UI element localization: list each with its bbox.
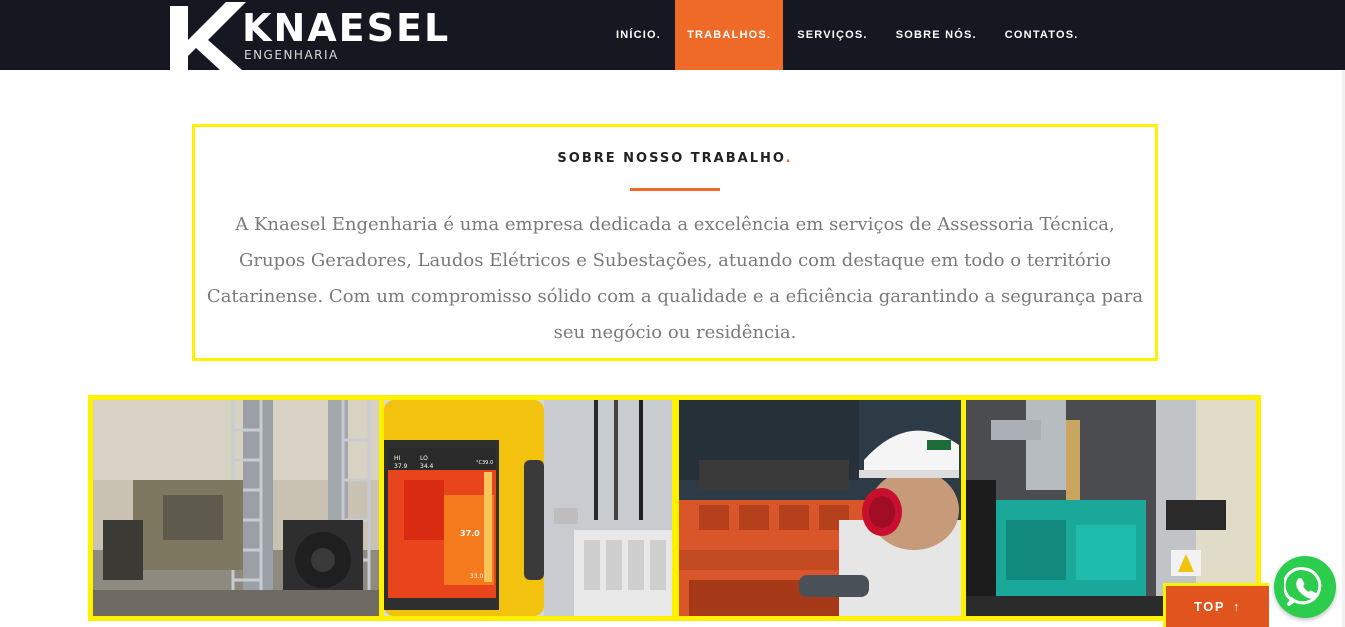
nav-trabalhos[interactable]: TRABALHOS. [675,0,784,70]
nav-inicio[interactable]: INÍCIO. [602,0,675,70]
about-title: SOBRE NOSSO TRABALHO. [195,151,1155,166]
about-title-dot: . [785,151,793,166]
about-section: SOBRE NOSSO TRABALHO. A Knaesel Engenhar… [192,124,1158,361]
photo-thermal-camera[interactable]: HI LO 37.9 34.4 37.0 °C 39.0 33.0 [379,395,677,621]
k-logo-mark-icon [170,2,246,70]
nav-servicos[interactable]: SERVIÇOS. [783,0,882,70]
photo-generator-room[interactable] [88,395,384,621]
logo-text: KNAESEL [242,6,451,50]
top-button-label: TOP [1194,599,1225,614]
main-nav: INÍCIO. TRABALHOS. SERVIÇOS. SOBRE NÓS. … [602,0,1093,70]
logo-subtitle: ENGENHARIA [244,48,339,62]
photo-technician-engine[interactable] [674,395,966,621]
whatsapp-button[interactable] [1274,556,1336,618]
arrow-up-icon: ↑ [1233,599,1241,614]
about-text: A Knaesel Engenharia é uma empresa dedic… [206,214,1144,343]
thermal-scale-bottom: 33.0 [470,573,484,580]
work-gallery: HI LO 37.9 34.4 37.0 °C 39.0 33.0 [88,395,1263,627]
thermal-hi-label: HI [394,455,401,462]
nav-contatos[interactable]: CONTATOS. [991,0,1093,70]
thermal-scale-top: 39.0 [482,460,493,466]
knaesel-logo[interactable]: KNAESEL ENGENHARIA [168,0,478,70]
about-title-text: SOBRE NOSSO TRABALHO [557,151,786,166]
back-to-top-button[interactable]: TOP ↑ [1163,583,1269,627]
thermal-lo-value: 34.4 [420,463,434,470]
thermal-hi-value: 37.9 [394,463,408,470]
thermal-lo-label: LO [420,455,428,462]
nav-sobre-nos[interactable]: SOBRE NÓS. [882,0,991,70]
title-underline [630,188,720,191]
whatsapp-icon [1284,567,1322,607]
navbar: KNAESEL ENGENHARIA INÍCIO. TRABALHOS. SE… [0,0,1345,70]
thermal-center-value: 37.0 [460,529,480,538]
